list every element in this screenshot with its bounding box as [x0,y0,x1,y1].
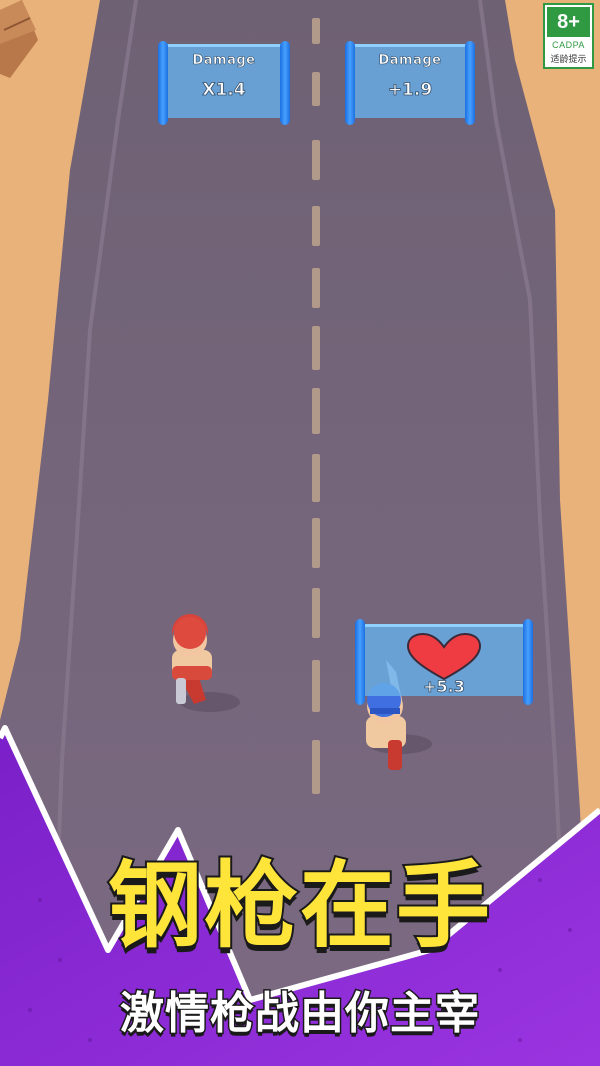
rating-org: CADPA [552,40,585,50]
damage-bonus-gate: Damage +1.9 [345,41,475,125]
game-scene: 8+ CADPA 适龄提示 Damage X1.4 Damage +1.9 +5… [0,0,600,1066]
gate-post [158,41,168,125]
gate-value: +1.9 [387,80,433,101]
age-rating: 8+ [547,7,590,37]
rating-hint: 适龄提示 [550,55,587,65]
age-rating-badge: 8+ CADPA 适龄提示 [543,3,594,69]
heart-icon [406,633,482,681]
gate-post [280,41,290,125]
gate-title: Damage [378,53,442,69]
banner-title: 钢枪在手 [106,852,492,961]
gate-post [355,619,365,705]
health-value: +5.3 [423,677,466,697]
gate-title: Damage [192,53,256,69]
banner-subtitle: 激情枪战由你主宰 [119,988,481,1039]
gate-value: X1.4 [202,80,246,101]
health-gate: +5.3 [355,619,533,705]
gate-post [345,41,355,125]
damage-multiplier-gate: Damage X1.4 [158,41,290,125]
gate-post [523,619,533,705]
gate-post [465,41,475,125]
